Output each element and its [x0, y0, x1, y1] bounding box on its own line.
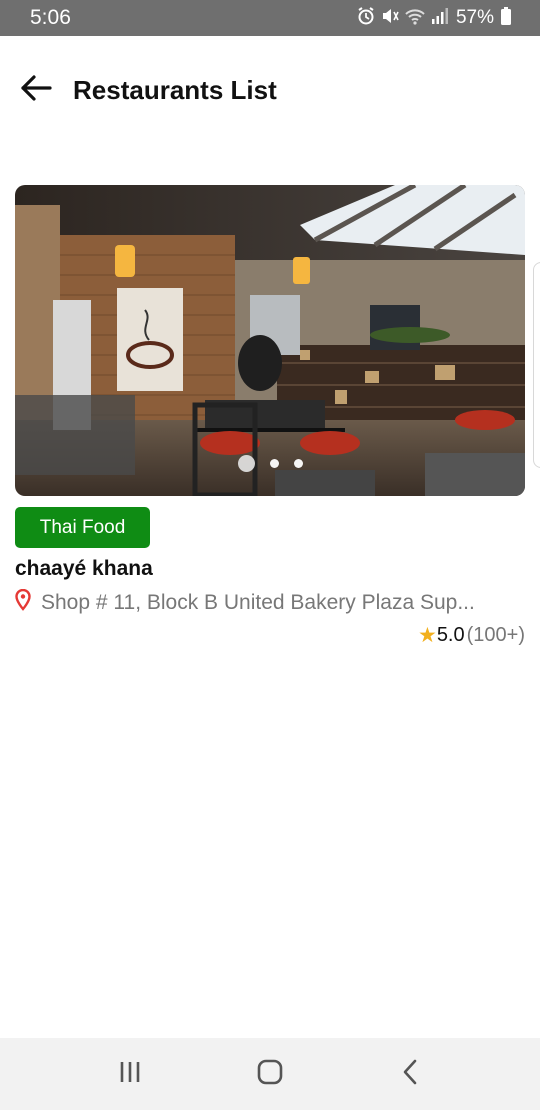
nav-back-button[interactable]	[380, 1044, 440, 1104]
carousel-dot[interactable]	[237, 455, 255, 472]
restaurant-address: Shop # 11, Block B United Bakery Plaza S…	[41, 590, 475, 614]
status-time: 5:06	[30, 6, 71, 29]
recents-icon	[117, 1060, 143, 1089]
status-icons	[356, 6, 450, 31]
image-carousel[interactable]	[15, 185, 525, 496]
rating-value: 5.0	[436, 624, 465, 646]
back-chevron-icon	[400, 1058, 420, 1091]
app-bar: Restaurants List	[0, 36, 540, 144]
carousel-indicator	[15, 455, 525, 472]
alarm-icon	[356, 6, 376, 31]
restaurant-name: chaayé khana	[15, 557, 153, 580]
arrow-left-icon	[20, 74, 52, 107]
signal-icon	[430, 6, 450, 31]
recents-button[interactable]	[100, 1044, 160, 1104]
home-button[interactable]	[240, 1044, 300, 1104]
carousel-dot[interactable]	[269, 459, 279, 468]
carousel-dot[interactable]	[293, 459, 303, 468]
cuisine-tag: Thai Food	[15, 507, 150, 548]
location-pin-icon	[15, 589, 31, 616]
status-right: 57%	[356, 6, 512, 31]
restaurant-card[interactable]: Thai Food chaayé khana Shop # 11, Block …	[15, 185, 525, 648]
page-title: Restaurants List	[73, 74, 277, 105]
system-nav-bar	[0, 1038, 540, 1110]
star-icon: ★	[417, 624, 437, 647]
home-icon	[256, 1058, 284, 1091]
rating-count: (100+)	[466, 624, 525, 646]
mute-icon	[380, 6, 400, 31]
restaurant-photo	[15, 185, 525, 496]
rating-row: ★ 5.0 (100+)	[15, 623, 525, 648]
next-card-peek[interactable]	[533, 262, 540, 468]
battery-icon	[500, 6, 512, 31]
wifi-icon	[404, 6, 426, 31]
status-bar: 5:06 57%	[0, 0, 540, 36]
battery-percentage: 57%	[455, 7, 494, 28]
address-row: Shop # 11, Block B United Bakery Plaza S…	[15, 589, 525, 616]
back-button[interactable]	[18, 72, 54, 108]
